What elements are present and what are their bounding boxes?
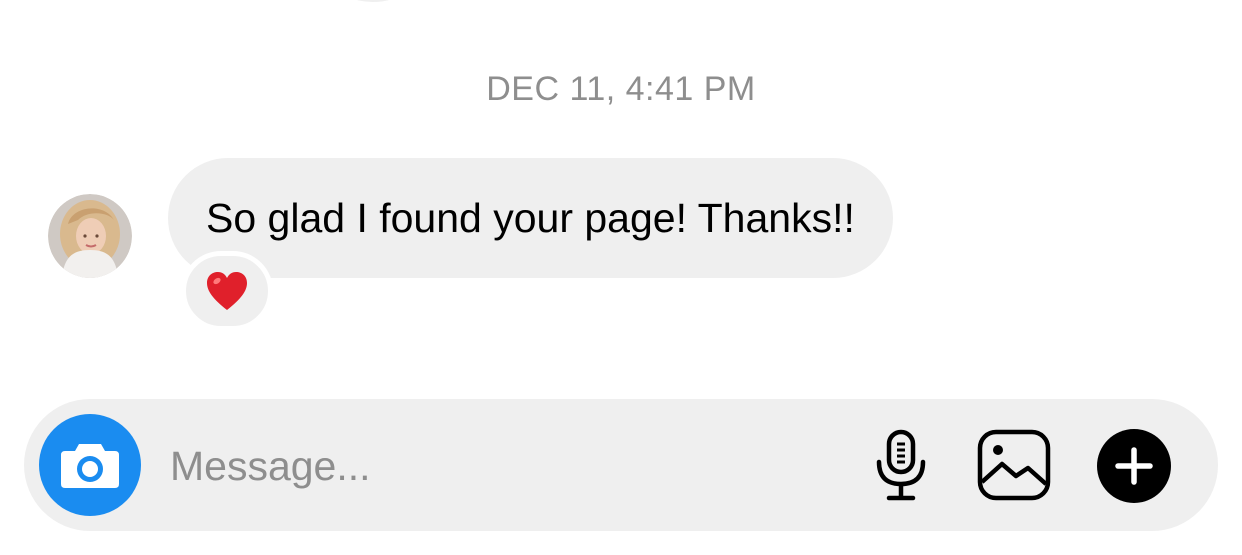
gallery-button[interactable] — [972, 425, 1056, 505]
message-input[interactable] — [170, 438, 810, 494]
avatar-image — [48, 194, 132, 278]
message-bubble[interactable]: So glad I found your page! Thanks!! — [168, 158, 893, 278]
gallery-icon — [977, 429, 1051, 501]
message-reaction[interactable] — [181, 251, 273, 331]
camera-button[interactable] — [39, 414, 141, 516]
camera-icon — [61, 444, 119, 488]
previous-content-edge — [338, 0, 408, 2]
more-options-button[interactable] — [1096, 428, 1172, 504]
voice-message-button[interactable] — [866, 425, 936, 505]
plus-icon — [1097, 429, 1171, 503]
message-timestamp: DEC 11, 4:41 PM — [486, 70, 756, 108]
microphone-icon — [876, 429, 926, 501]
heart-icon — [207, 272, 247, 310]
message-text: So glad I found your page! Thanks!! — [206, 194, 855, 241]
sender-avatar[interactable] — [48, 194, 132, 278]
